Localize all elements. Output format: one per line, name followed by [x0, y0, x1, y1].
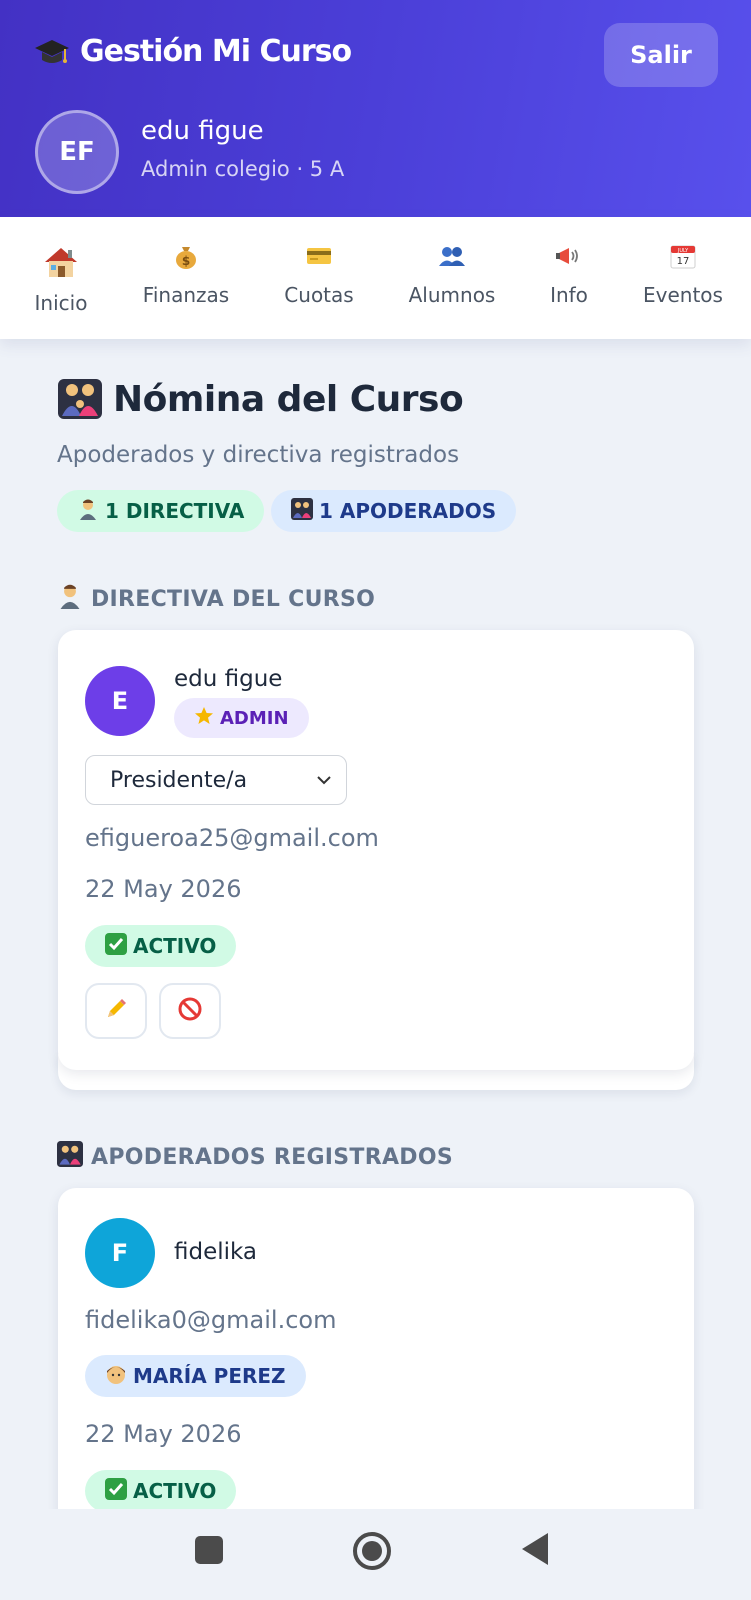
back-button[interactable] [518, 1531, 552, 1571]
family-icon [58, 379, 102, 419]
member-date: 22 May 2026 [85, 1420, 242, 1448]
back-triangle-icon [520, 1531, 550, 1571]
member-avatar: E [85, 666, 155, 736]
app-title-text: Gestión Mi Curso [80, 34, 352, 69]
app-header: Gestión Mi Curso Salir EF edu figue Admi… [0, 0, 751, 217]
user-role: Admin colegio · 5 A [141, 157, 345, 181]
people-icon [438, 241, 466, 271]
page-title-text: Nómina del Curso [113, 378, 464, 420]
admin-badge-text: ADMIN [220, 707, 289, 729]
main-nav: Inicio $ Finanzas Cuotas Alumnos Info JU… [0, 217, 751, 339]
nav-label: Alumnos [408, 283, 496, 307]
nav-item-finanzas[interactable]: $ Finanzas [136, 217, 236, 339]
nav-item-eventos[interactable]: JULY 17 Eventos [638, 217, 728, 339]
house-icon [44, 245, 78, 279]
svg-text:17: 17 [677, 256, 690, 267]
recent-apps-button[interactable] [190, 1533, 228, 1571]
calendar-icon: JULY 17 [670, 241, 696, 271]
member-name: fidelika [174, 1239, 258, 1265]
section-apoderados-text: APODERADOS REGISTRADOS [91, 1144, 454, 1170]
directiva-count-text: 1 DIRECTIVA [105, 499, 245, 523]
check-mark-icon [105, 1477, 127, 1505]
square-icon [194, 1535, 224, 1569]
nav-item-info[interactable]: Info [541, 217, 597, 339]
app-title: Gestión Mi Curso [34, 34, 352, 69]
prohibited-icon [177, 996, 203, 1026]
nav-label: Info [550, 283, 588, 307]
apoderado-member-card: F fidelika fidelika0@gmail.com MARÍA PER… [58, 1188, 694, 1548]
chevron-down-icon [314, 770, 334, 796]
svg-text:$: $ [182, 254, 190, 268]
family-icon [291, 497, 313, 525]
child-name: MARÍA PEREZ [133, 1364, 286, 1388]
status-badge: ACTIVO [85, 1470, 237, 1512]
member-date: 22 May 2026 [85, 875, 242, 903]
section-apoderados-label: APODERADOS REGISTRADOS [57, 1141, 453, 1173]
page-subtitle: Apoderados y directiva registrados [57, 442, 460, 468]
status-badge: ACTIVO [85, 925, 237, 967]
svg-text:JULY: JULY [677, 248, 689, 254]
family-icon [57, 1141, 83, 1173]
boy-icon [105, 1363, 127, 1390]
section-directiva-label: DIRECTIVA DEL CURSO [57, 583, 375, 615]
position-select-value: Presidente/a [110, 767, 248, 793]
system-navigation-bar [0, 1509, 751, 1600]
admin-badge: ADMIN [174, 698, 309, 738]
position-select[interactable]: Presidente/a [85, 755, 347, 805]
nav-label: Inicio [34, 291, 88, 315]
nav-item-alumnos[interactable]: Alumnos [404, 217, 500, 339]
section-directiva-text: DIRECTIVA DEL CURSO [91, 586, 376, 612]
member-name: edu figue [174, 666, 283, 692]
megaphone-icon [555, 241, 583, 271]
nav-item-cuotas[interactable]: Cuotas [276, 217, 362, 339]
member-email: fidelika0@gmail.com [85, 1306, 337, 1334]
block-button[interactable] [159, 983, 221, 1039]
circle-home-icon [352, 1531, 392, 1575]
page-title: Nómina del Curso [57, 378, 464, 420]
logout-button[interactable]: Salir [604, 23, 718, 87]
user-name: edu figue [141, 116, 264, 146]
apoderados-count-pill: 1 APODERADOS [271, 490, 517, 532]
star-icon [194, 706, 214, 731]
money-bag-icon: $ [174, 241, 198, 271]
nav-item-inicio[interactable]: Inicio [20, 217, 102, 339]
child-badge: MARÍA PEREZ [85, 1355, 306, 1397]
user-avatar: EF [35, 110, 119, 194]
directiva-count-pill: 1 DIRECTIVA [57, 490, 265, 532]
status-text: ACTIVO [133, 934, 217, 958]
man-office-worker-icon [77, 498, 99, 525]
home-button[interactable] [350, 1531, 394, 1575]
check-mark-icon [105, 932, 127, 960]
directiva-member-card: E edu figue ADMIN Presidente/a efigueroa… [58, 630, 694, 1070]
pencil-icon [104, 997, 128, 1025]
nav-label: Cuotas [284, 283, 354, 307]
graduation-cap-icon [35, 39, 69, 63]
apoderados-count-text: 1 APODERADOS [319, 499, 497, 523]
status-text: ACTIVO [133, 1479, 217, 1503]
nav-label: Eventos [643, 283, 723, 307]
member-email: efigueroa25@gmail.com [85, 824, 379, 852]
nav-label: Finanzas [142, 283, 230, 307]
credit-card-icon [306, 241, 332, 271]
member-avatar: F [85, 1218, 155, 1288]
edit-button[interactable] [85, 983, 147, 1039]
man-office-worker-icon [57, 583, 83, 615]
